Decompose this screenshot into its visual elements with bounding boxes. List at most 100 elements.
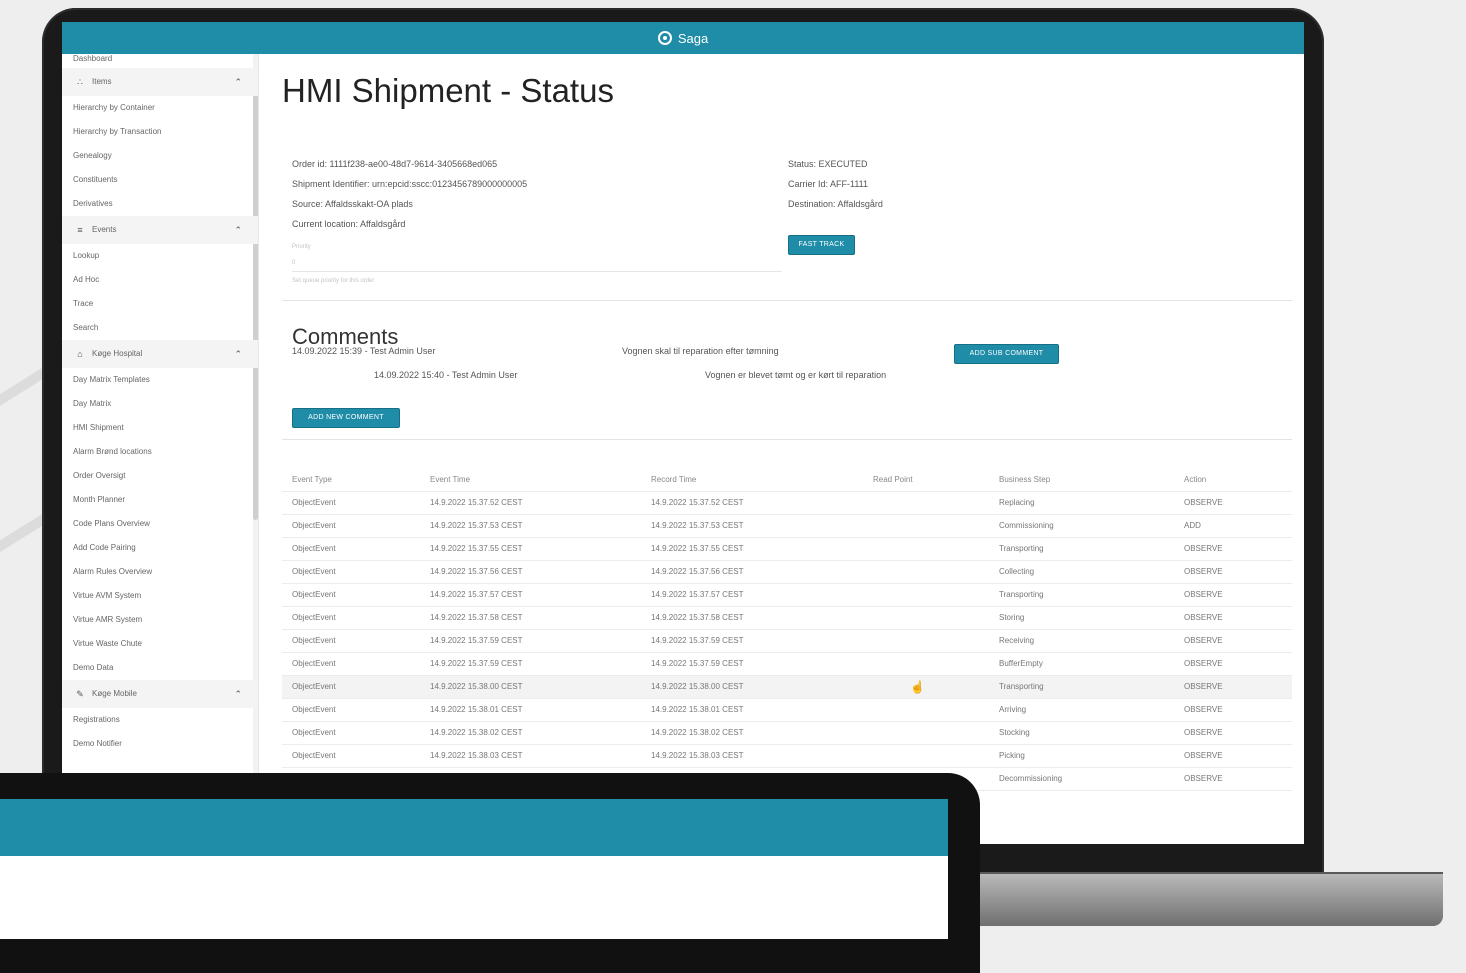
sidebar-item[interactable]: Alarm Brønd locations [62, 440, 258, 464]
sidebar-item[interactable]: Demo Notifier [62, 732, 258, 756]
sidebar-group-label: Køge Hospital [92, 349, 143, 358]
table-cell: Replacing [999, 498, 1035, 507]
page-title: HMI Shipment - Status [282, 72, 614, 109]
sidebar-group-header[interactable]: ≡ Events ⌃ [62, 216, 258, 244]
sidebar-scrollbar[interactable] [253, 54, 258, 844]
sidebar-item[interactable]: Virtue AVM System [62, 584, 258, 608]
table-row[interactable]: ObjectEvent 14.9.2022 15.38.02 CEST 14.9.2… [282, 722, 1292, 745]
sidebar-item[interactable]: Ad Hoc [62, 268, 258, 292]
sidebar-item[interactable]: Order Oversigt [62, 464, 258, 488]
sidebar-item[interactable]: HMI Shipment [62, 416, 258, 440]
table-cell: 14.9.2022 15.37.58 CEST [651, 613, 744, 622]
table-cell: 14.9.2022 15.38.02 CEST [651, 728, 744, 737]
sidebar-item[interactable]: Trace [62, 292, 258, 316]
table-cell: 14.9.2022 15.38.03 CEST [430, 751, 523, 760]
table-cell: ADD [1184, 521, 1201, 530]
table-cell: ObjectEvent [292, 521, 336, 530]
table-cell: Stocking [999, 728, 1030, 737]
sidebar-item[interactable]: Lookup [62, 244, 258, 268]
table-row[interactable]: ObjectEvent 14.9.2022 15.37.52 CEST 14.9.2… [282, 492, 1292, 515]
home-icon: ⌂ [77, 349, 83, 359]
table-cell: ObjectEvent [292, 751, 336, 760]
sidebar-item[interactable]: Hierarchy by Transaction [62, 120, 258, 144]
priority-value[interactable]: 0 [292, 260, 295, 266]
hierarchy-icon: ∴ [77, 77, 83, 87]
sidebar-item[interactable]: Derivatives [62, 192, 258, 216]
sidebar-group-header[interactable]: ⌂ Køge Hospital ⌃ [62, 340, 258, 368]
chevron-up-icon[interactable]: ⌃ [234, 216, 242, 244]
sidebar-item[interactable]: Virtue AMR System [62, 608, 258, 632]
table-row[interactable]: ObjectEvent 14.9.2022 15.37.56 CEST 14.9.2… [282, 561, 1292, 584]
column-header[interactable]: Business Step [999, 469, 1050, 491]
sub-comment-meta: 14.09.2022 15:40 - Test Admin User [374, 370, 518, 380]
sidebar-item[interactable]: Hierarchy by Container [62, 96, 258, 120]
table-cell: 14.9.2022 15.37.55 CEST [430, 544, 523, 553]
sidebar-item[interactable]: Genealogy [62, 144, 258, 168]
sidebar-item[interactable]: Registrations [62, 708, 258, 732]
table-cell: 14.9.2022 15.37.59 CEST [651, 659, 744, 668]
table-cell: OBSERVE [1184, 774, 1223, 783]
table-row[interactable]: ObjectEvent 14.9.2022 15.37.59 CEST 14.9.2… [282, 630, 1292, 653]
table-cell: Transporting [999, 590, 1044, 599]
list-icon: ≡ [77, 225, 83, 235]
table-cell: ObjectEvent [292, 590, 336, 599]
table-row[interactable]: ObjectEvent 14.9.2022 15.38.03 CEST 14.9.2… [282, 745, 1292, 768]
table-row[interactable]: ObjectEvent 14.9.2022 15.37.55 CEST 14.9.2… [282, 538, 1292, 561]
sidebar-item[interactable]: Virtue Waste Chute [62, 632, 258, 656]
table-cell: OBSERVE [1184, 636, 1223, 645]
table-cell: 14.9.2022 15.37.57 CEST [651, 590, 744, 599]
sidebar-item-dashboard[interactable]: Dashboard [62, 54, 258, 68]
column-header[interactable]: Read Point [873, 469, 913, 491]
sidebar-group-label: Events [92, 225, 117, 234]
carrier-id: Carrier Id: AFF-1111 [788, 179, 869, 189]
table-cell: 14.9.2022 15.37.53 CEST [651, 521, 744, 530]
sidebar-item[interactable]: Search [62, 316, 258, 340]
chevron-up-icon[interactable]: ⌃ [234, 68, 242, 96]
column-header[interactable]: Event Time [430, 469, 470, 491]
fast-track-button[interactable]: FAST TRACK [788, 235, 855, 255]
sidebar-scroll-thumb[interactable] [253, 80, 258, 520]
sidebar-item[interactable]: Month Planner [62, 488, 258, 512]
chevron-up-icon[interactable]: ⌃ [234, 680, 242, 708]
table-row[interactable]: ObjectEvent 14.9.2022 15.37.59 CEST 14.9.2… [282, 653, 1292, 676]
sidebar-item[interactable]: Demo Data [62, 656, 258, 680]
chevron-up-icon[interactable]: ⌃ [234, 340, 242, 368]
table-row[interactable]: ObjectEvent 14.9.2022 15.38.00 CEST 14.9.2… [282, 676, 1292, 699]
table-cell: ObjectEvent [292, 544, 336, 553]
sidebar-item[interactable]: Constituents [62, 168, 258, 192]
sidebar-item[interactable]: Code Plans Overview [62, 512, 258, 536]
sidebar-group-header[interactable]: ✎ Køge Mobile ⌃ [62, 680, 258, 708]
table-row[interactable]: ObjectEvent 14.9.2022 15.37.53 CEST 14.9.2… [282, 515, 1292, 538]
table-cell: Commissioning [999, 521, 1054, 530]
sidebar-item[interactable]: Day Matrix [62, 392, 258, 416]
priority-underline [292, 271, 782, 272]
column-header[interactable]: Event Type [292, 469, 332, 491]
table-row[interactable]: ObjectEvent 14.9.2022 15.37.57 CEST 14.9.2… [282, 584, 1292, 607]
sidebar-group-header[interactable]: ∴ Items ⌃ [62, 68, 258, 96]
add-sub-comment-button[interactable]: ADD SUB COMMENT [954, 344, 1059, 364]
divider [282, 439, 1292, 440]
laptop-base [975, 874, 1443, 926]
sub-comment-text: Vognen er blevet tømt og er kørt til rep… [705, 370, 887, 380]
table-cell: OBSERVE [1184, 590, 1223, 599]
saga-logo-icon [657, 31, 672, 45]
sidebar-group-label: Items [92, 77, 112, 86]
table-row[interactable]: ObjectEvent 14.9.2022 15.38.01 CEST 14.9.2… [282, 699, 1292, 722]
sidebar-item[interactable]: Alarm Rules Overview [62, 560, 258, 584]
column-header[interactable]: Record Time [651, 469, 696, 491]
sidebar-group-label: Køge Mobile [92, 689, 137, 698]
table-cell: 14.9.2022 15.37.59 CEST [651, 636, 744, 645]
table-cell: Transporting [999, 682, 1044, 691]
table-cell: Transporting [999, 544, 1044, 553]
status: Status: EXECUTED [788, 159, 868, 169]
table-cell: 14.9.2022 15.38.00 CEST [430, 682, 523, 691]
table-cell: OBSERVE [1184, 613, 1223, 622]
add-new-comment-button[interactable]: ADD NEW COMMENT [292, 408, 400, 428]
sidebar-item[interactable]: Day Matrix Templates [62, 368, 258, 392]
table-row[interactable]: ObjectEvent 14.9.2022 15.37.58 CEST 14.9.2… [282, 607, 1292, 630]
sidebar-item[interactable]: Add Code Pairing [62, 536, 258, 560]
table-cell: 14.9.2022 15.37.59 CEST [430, 659, 523, 668]
table-cell: ObjectEvent [292, 636, 336, 645]
table-cell: ObjectEvent [292, 659, 336, 668]
column-header[interactable]: Action [1184, 469, 1206, 491]
